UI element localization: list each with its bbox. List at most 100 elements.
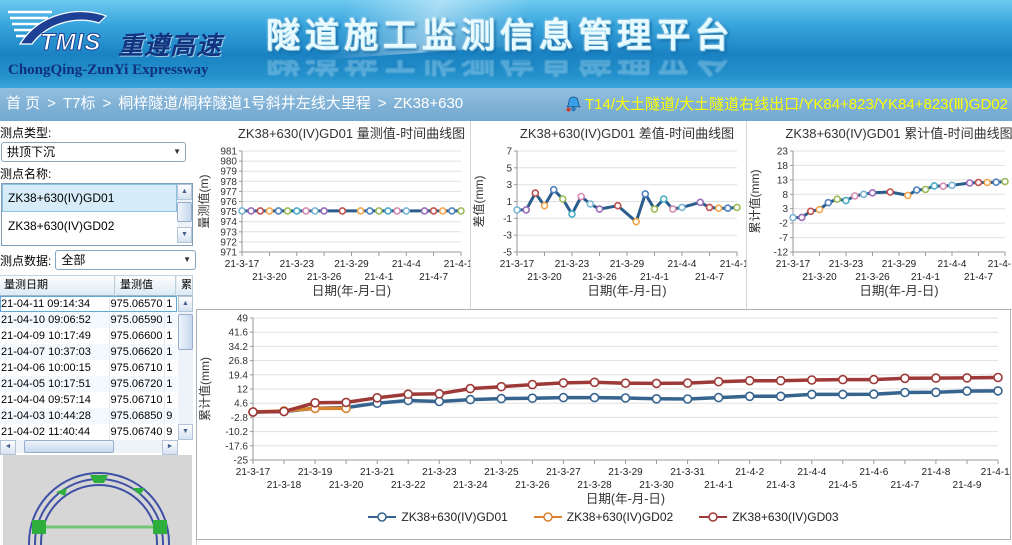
table-row[interactable]: 21-04-10 09:06:52975.065901 <box>0 312 177 328</box>
svg-text:日期(年-月-日): 日期(年-月-日) <box>312 284 391 298</box>
svg-text:日期(年-月-日): 日期(年-月-日) <box>586 492 665 506</box>
chevron-down-icon: ▼ <box>183 251 191 269</box>
svg-text:974: 974 <box>220 217 237 228</box>
table-row[interactable]: 21-04-07 10:37:03975.066201 <box>0 344 177 360</box>
scroll-right-button[interactable]: ► <box>162 440 178 455</box>
svg-text:21-3-23: 21-3-23 <box>829 259 864 270</box>
point-data-select[interactable]: 全部 ▼ <box>55 250 196 270</box>
svg-text:21-4-1: 21-4-1 <box>911 272 940 283</box>
table-cell: 21-04-10 09:06:52 <box>0 312 109 328</box>
table-cell: 975.06620 <box>109 344 165 360</box>
legend-label: ZK38+630(IV)GD01 <box>401 510 507 524</box>
table-cell: 1 <box>164 328 177 344</box>
svg-text:21-4-10: 21-4-10 <box>720 259 746 270</box>
svg-text:累计值(mm): 累计值(mm) <box>747 170 762 234</box>
svg-text:21-3-21: 21-3-21 <box>360 467 395 478</box>
table-row[interactable]: 21-04-03 10:44:28975.068509 <box>0 408 177 424</box>
scroll-down-button[interactable]: ▼ <box>178 424 193 440</box>
svg-text:21-3-23: 21-3-23 <box>422 467 457 478</box>
scrollbar-thumb[interactable] <box>24 440 114 453</box>
point-type-label: 测点类型: <box>0 124 196 141</box>
svg-text:累计值(mm): 累计值(mm) <box>197 357 212 421</box>
scrollbar-thumb[interactable] <box>178 314 193 350</box>
page-title-reflection: 隧道施工监测信息管理平台 <box>266 60 1006 86</box>
svg-text:-12: -12 <box>774 248 789 259</box>
legend-item: ZK38+630(IV)GD03 <box>699 510 838 524</box>
cumulative-comparison-chart: 4941.634.226.819.4124.6-2.8-10.2-17.6-25… <box>197 310 1010 513</box>
scrollbar-thumb[interactable] <box>177 202 192 222</box>
scrollbar-track[interactable] <box>178 312 193 424</box>
table-header-row: 量测日期量测值累计值 <box>0 275 193 296</box>
table-row[interactable]: 21-04-02 11:40:44975.067409 <box>0 424 177 440</box>
svg-text:971: 971 <box>220 248 237 259</box>
table-vertical-scrollbar[interactable]: ▲ ▼ <box>178 296 193 440</box>
svg-text:21-4-4: 21-4-4 <box>668 259 697 270</box>
list-vertical-scrollbar[interactable]: ▲ ▼ <box>177 184 192 243</box>
svg-text:21-4-1: 21-4-1 <box>364 272 393 283</box>
svg-text:量测值(m): 量测值(m) <box>196 175 211 229</box>
legend-item: ZK38+630(IV)GD01 <box>368 510 507 524</box>
svg-text:21-4-7: 21-4-7 <box>419 272 448 283</box>
table-row[interactable]: 21-04-05 10:17:51975.067201 <box>0 376 177 392</box>
table-row[interactable]: 21-04-11 09:14:34975.065701 <box>0 296 177 312</box>
svg-text:-2: -2 <box>779 219 788 230</box>
breadcrumb-item[interactable]: ZK38+630 <box>394 95 464 112</box>
table-row[interactable]: 21-04-06 10:00:15975.067101 <box>0 360 177 376</box>
svg-text:981: 981 <box>220 147 237 158</box>
cumulative-value-chart: -12-7-23813182321-3-1721-3-2021-3-2321-3… <box>747 121 1012 309</box>
point-name-item[interactable]: ZK38+630(IV)GD02 <box>2 212 177 240</box>
svg-text:21-3-24: 21-3-24 <box>453 480 488 491</box>
point-name-item[interactable]: ZK38+630(IV)GD01 <box>2 184 177 212</box>
breadcrumb-item[interactable]: T7标 <box>63 95 96 112</box>
svg-text:21-4-9: 21-4-9 <box>953 480 982 491</box>
svg-text:21-3-28: 21-3-28 <box>577 480 612 491</box>
svg-text:21-4-4: 21-4-4 <box>938 259 967 270</box>
svg-text:-1: -1 <box>503 214 512 225</box>
point-name-label: 测点名称: <box>0 165 196 182</box>
svg-text:21-3-26: 21-3-26 <box>307 272 342 283</box>
svg-text:21-3-26: 21-3-26 <box>855 272 890 283</box>
table-cell: 21-04-03 10:44:28 <box>0 408 109 424</box>
breadcrumb-item[interactable]: 首 页 <box>6 95 40 112</box>
measure-point-marker <box>32 520 46 534</box>
svg-text:972: 972 <box>220 237 237 248</box>
legend-marker-icon <box>368 512 396 522</box>
svg-text:21-3-17: 21-3-17 <box>776 259 811 270</box>
svg-text:975: 975 <box>220 207 237 218</box>
sidebar: 测点类型: 拱顶下沉 ▼ 测点名称: ZK38+630(IV)GD01ZK38+… <box>0 121 197 545</box>
scroll-left-button[interactable]: ◄ <box>0 440 16 455</box>
bell-icon <box>565 96 582 113</box>
scroll-up-button[interactable]: ▲ <box>178 296 193 312</box>
svg-text:3: 3 <box>506 180 512 191</box>
svg-text:13: 13 <box>777 175 789 186</box>
scroll-down-button[interactable]: ▼ <box>177 227 192 243</box>
point-name-item[interactable]: ZK38+630(IV)GD03 <box>2 240 177 245</box>
breadcrumb-item[interactable]: 桐梓隧道/桐梓隧道1号斜井左线大里程 <box>118 95 371 112</box>
table-column-header[interactable]: 累计值 <box>176 276 193 296</box>
svg-text:-5: -5 <box>503 248 512 259</box>
table-column-header[interactable]: 量测值 <box>115 276 176 296</box>
chevron-down-icon: ▼ <box>173 143 181 161</box>
alert-ticker[interactable]: T14/大土隧道/大土隧道右线出口/YK84+823/YK84+823(Ⅲ)GD… <box>565 88 1008 121</box>
svg-text:ZK38+630(IV)GD01 累计值-时间曲线图: ZK38+630(IV)GD01 累计值-时间曲线图 <box>785 126 1012 141</box>
legend-label: ZK38+630(IV)GD03 <box>732 510 838 524</box>
table-row[interactable]: 21-04-04 09:57:14975.067101 <box>0 392 177 408</box>
table-cell: 21-04-06 10:00:15 <box>0 360 109 376</box>
point-type-select[interactable]: 拱顶下沉 ▼ <box>1 142 186 162</box>
table-cell: 21-04-09 10:17:49 <box>0 328 109 344</box>
table-cell: 1 <box>164 360 177 376</box>
logo-chinese-name: 重遵高速 <box>118 26 222 62</box>
table-column-header[interactable]: 量测日期 <box>0 276 115 296</box>
scrollbar-track[interactable] <box>16 440 162 453</box>
svg-text:21-3-20: 21-3-20 <box>527 272 562 283</box>
table-cell: 975.06740 <box>109 424 165 440</box>
cumulative-comparison-chart-panel: 4941.634.226.819.4124.6-2.8-10.2-17.6-25… <box>196 309 1011 540</box>
table-horizontal-scrollbar[interactable]: ◄ ► <box>0 440 178 453</box>
scroll-up-button[interactable]: ▲ <box>177 184 192 200</box>
svg-text:21-4-10: 21-4-10 <box>981 467 1010 478</box>
svg-text:977: 977 <box>220 187 237 198</box>
table-row[interactable]: 21-04-09 10:17:49975.066001 <box>0 328 177 344</box>
small-charts-row: 97197297397497597697797897998098121-3-17… <box>196 121 1012 310</box>
table-cell: 21-04-11 09:14:34 <box>0 296 109 312</box>
scrollbar-track[interactable] <box>177 200 192 227</box>
